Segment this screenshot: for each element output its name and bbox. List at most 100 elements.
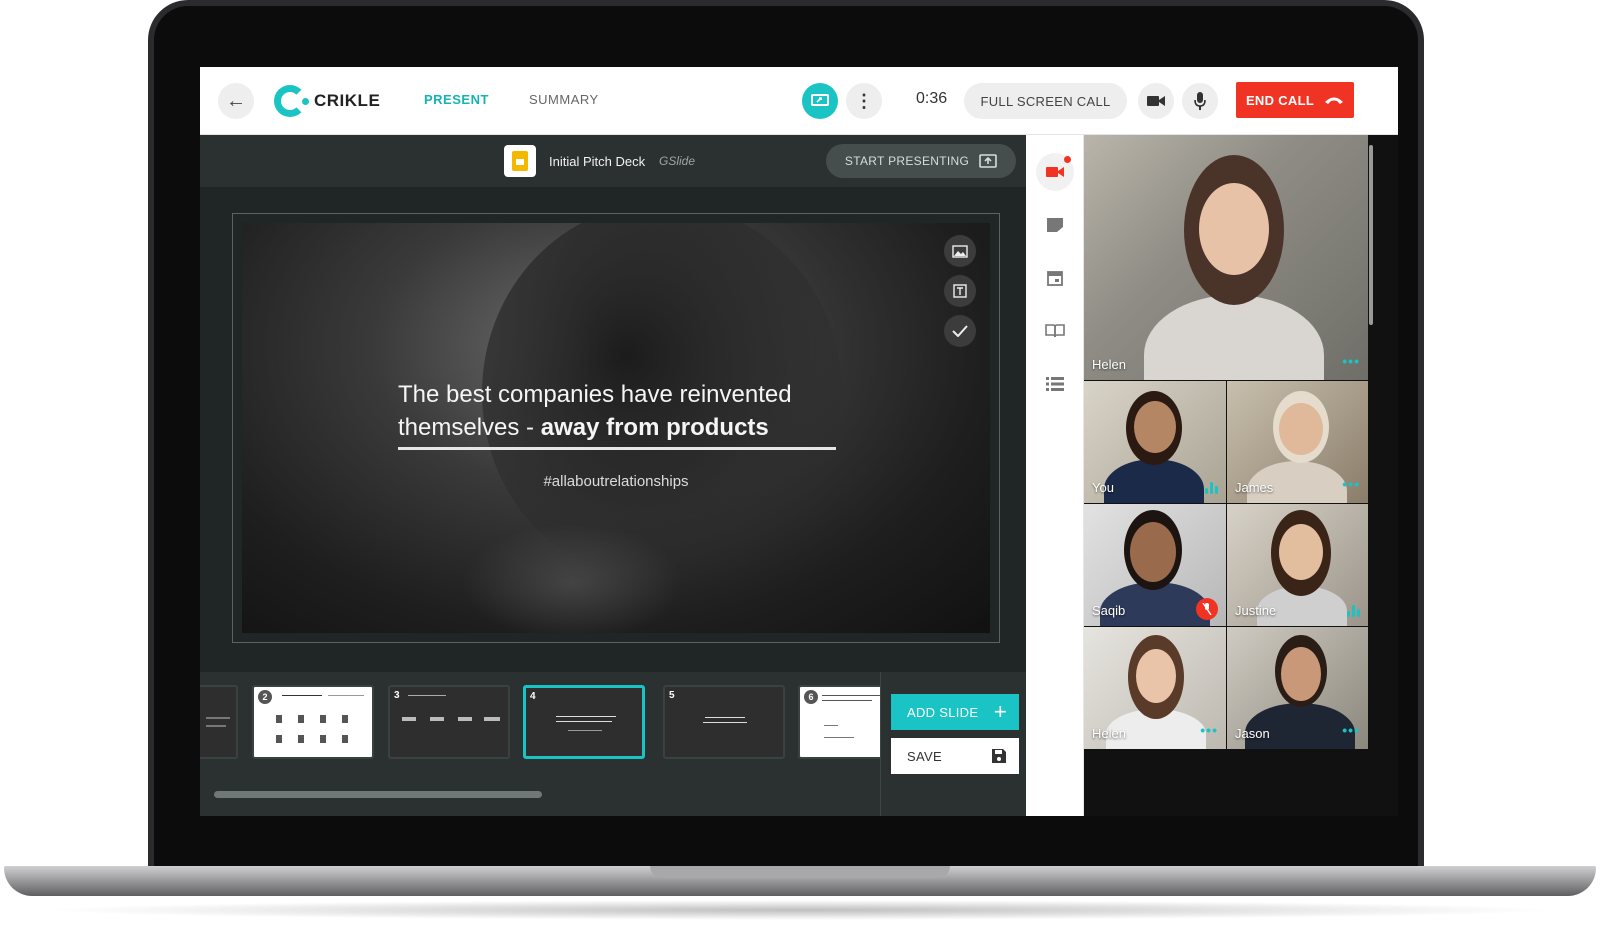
- laptop-shadow: [40, 900, 1560, 920]
- floppy-disk-icon: [992, 749, 1006, 763]
- participant-tile[interactable]: Helen •••: [1084, 135, 1369, 381]
- thumbnail-scrollbar[interactable]: [214, 791, 542, 798]
- slide-headline-line2: themselves - away from products: [398, 411, 838, 444]
- screen-share-icon: [811, 94, 829, 106]
- notification-dot: [1064, 156, 1071, 163]
- top-bar: ← CRIKLE PRESENT SUMMARY ⋮ 0:36 FULL SCR…: [200, 67, 1398, 135]
- tab-present[interactable]: PRESENT: [424, 92, 489, 107]
- slide-thumbnail-2[interactable]: 2: [252, 685, 374, 759]
- google-slides-icon: [504, 145, 536, 177]
- end-call-button[interactable]: END CALL: [1236, 82, 1354, 118]
- save-button[interactable]: SAVE: [891, 738, 1019, 774]
- camera-toggle-button[interactable]: [1138, 83, 1174, 119]
- participant-name: Saqib: [1092, 603, 1126, 618]
- slide-headline-plain: themselves -: [398, 414, 541, 441]
- slide-underline: [398, 447, 836, 450]
- slide-thumbnail-6[interactable]: 6: [798, 685, 880, 759]
- slide-headline: The best companies have reinvented thems…: [398, 378, 838, 444]
- participant-menu-icon[interactable]: •••: [1342, 722, 1360, 738]
- logo: CRIKLE: [274, 85, 380, 117]
- calendar-icon: [1047, 271, 1063, 286]
- slide-thumbnail-number: 3: [394, 690, 400, 701]
- arrow-left-icon: ←: [226, 89, 246, 112]
- slide-headline-line1: The best companies have reinvented: [398, 381, 792, 408]
- slide-actions-panel: ADD SLIDE + SAVE: [880, 672, 1026, 816]
- slide-thumbnail-strip[interactable]: 2 3 4 5 6: [200, 672, 880, 816]
- add-slide-button[interactable]: ADD SLIDE +: [891, 694, 1019, 730]
- rail-video-button[interactable]: [1036, 153, 1074, 191]
- participant-name: Jason: [1235, 726, 1270, 741]
- rail-calendar-button[interactable]: [1039, 262, 1071, 294]
- presentation-area: Initial Pitch Deck GSlide START PRESENTI…: [200, 135, 1026, 816]
- save-label: SAVE: [907, 748, 942, 764]
- slide-thumbnail-number: 6: [804, 690, 818, 704]
- participant-tile[interactable]: Helen •••: [1084, 627, 1227, 750]
- app-screen: ← CRIKLE PRESENT SUMMARY ⋮ 0:36 FULL SCR…: [200, 67, 1398, 816]
- rail-notes-button[interactable]: [1039, 209, 1071, 241]
- participant-name: Helen: [1092, 726, 1126, 741]
- slide-thumbnail-number: 2: [258, 690, 272, 704]
- participant-name: Justine: [1235, 603, 1277, 618]
- video-camera-icon: [1147, 96, 1165, 106]
- rail-book-button[interactable]: [1039, 315, 1071, 347]
- insert-image-button[interactable]: [944, 235, 976, 267]
- participant-tile[interactable]: You: [1084, 381, 1227, 504]
- text-box-icon: [953, 284, 967, 298]
- tools-rail: [1026, 135, 1084, 816]
- slide-thumbnail-3[interactable]: 3: [388, 685, 510, 759]
- speaking-indicator-icon: [1205, 482, 1218, 494]
- tab-summary[interactable]: SUMMARY: [529, 92, 599, 107]
- add-slide-label: ADD SLIDE: [907, 704, 979, 720]
- presentation-header: Initial Pitch Deck GSlide START PRESENTI…: [200, 135, 1026, 187]
- laptop-notch: [650, 866, 950, 878]
- start-presenting-button[interactable]: START PRESENTING: [826, 144, 1016, 178]
- slide-thumbnail-number: 4: [530, 691, 536, 702]
- participant-tile[interactable]: Jason •••: [1227, 627, 1369, 750]
- plus-icon: +: [993, 699, 1007, 724]
- participant-tile[interactable]: Saqib: [1084, 504, 1227, 627]
- document-title: Initial Pitch Deck: [549, 154, 646, 169]
- start-presenting-label: START PRESENTING: [844, 154, 970, 168]
- participant-video-grid: Helen ••• You James ••• Saqib Justine He…: [1084, 135, 1398, 816]
- document-type: GSlide: [659, 154, 696, 168]
- video-camera-icon: [1046, 167, 1064, 177]
- hang-up-phone-icon: [1325, 97, 1344, 104]
- participant-menu-icon[interactable]: •••: [1342, 353, 1360, 369]
- confirm-slide-button[interactable]: [944, 315, 976, 347]
- slide-thumbnail-1[interactable]: [200, 685, 238, 759]
- microphone-toggle-button[interactable]: [1182, 83, 1218, 119]
- full-screen-call-button[interactable]: FULL SCREEN CALL: [964, 83, 1127, 119]
- note-icon: [1047, 218, 1063, 232]
- participant-name: James: [1235, 480, 1274, 495]
- slide-hashtag: #allaboutrelationships: [543, 473, 689, 490]
- brand-name: CRIKLE: [314, 91, 381, 110]
- participant-name: Helen: [1092, 357, 1126, 372]
- slide-headline-bold: away from products: [540, 414, 769, 441]
- slide-thumbnail-4[interactable]: 4: [523, 685, 645, 759]
- participant-menu-icon[interactable]: •••: [1200, 722, 1218, 738]
- open-book-icon: [1045, 324, 1065, 338]
- insert-text-button[interactable]: [944, 275, 976, 307]
- more-vertical-icon: ⋮: [855, 90, 873, 111]
- rail-list-button[interactable]: [1039, 368, 1071, 400]
- present-icon: [979, 154, 997, 168]
- share-screen-button[interactable]: [802, 83, 838, 119]
- checkmark-icon: [952, 325, 968, 337]
- microphone-icon: [1194, 92, 1206, 110]
- participant-tile[interactable]: Justine: [1227, 504, 1369, 627]
- end-call-label: END CALL: [1245, 92, 1315, 108]
- slide-thumbnail-number: 5: [669, 690, 675, 701]
- speaking-indicator-icon: [1347, 605, 1360, 617]
- slide-thumbnail-5[interactable]: 5: [663, 685, 785, 759]
- participant-tile[interactable]: James •••: [1227, 381, 1369, 504]
- video-grid-scrollbar[interactable]: [1369, 145, 1373, 325]
- participant-menu-icon[interactable]: •••: [1342, 476, 1360, 492]
- call-timer: 0:36: [916, 90, 948, 107]
- more-options-button[interactable]: ⋮: [846, 83, 882, 119]
- participant-name: You: [1092, 480, 1114, 495]
- current-slide[interactable]: The best companies have reinvented thems…: [242, 223, 990, 633]
- back-button[interactable]: ←: [218, 83, 254, 119]
- muted-microphone-icon: [1196, 598, 1218, 620]
- list-icon: [1046, 377, 1064, 391]
- image-icon: [952, 244, 968, 258]
